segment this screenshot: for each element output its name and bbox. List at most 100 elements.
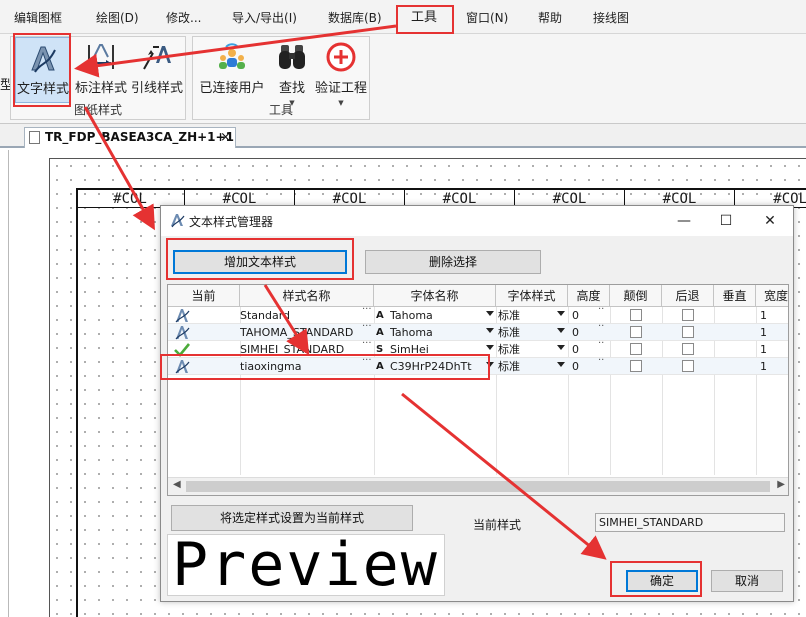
ellipsis-icon[interactable]: ··: [598, 355, 604, 366]
width-cell[interactable]: 1: [760, 341, 788, 358]
height-cell[interactable]: 0: [572, 324, 588, 341]
text-style-icon: [175, 326, 190, 340]
binoculars-icon: [279, 45, 305, 69]
column-header-backwards[interactable]: 后退: [662, 285, 714, 307]
backwards-checkbox[interactable]: [682, 309, 694, 321]
plus-circle-icon: [326, 42, 356, 72]
leader-style-button[interactable]: 引线样式: [129, 37, 185, 103]
chevron-down-icon[interactable]: [557, 362, 565, 367]
chevron-left-icon[interactable]: ◀: [173, 479, 181, 490]
find-label: 查找: [278, 81, 305, 96]
column-header-width[interactable]: 宽度: [756, 285, 788, 307]
column-header-style-name[interactable]: 样式名称: [240, 285, 374, 307]
font-type-icon: A: [376, 327, 384, 338]
highlight-tiaoxingma-row: [160, 354, 490, 380]
horizontal-scrollbar[interactable]: ◀ ▶: [168, 477, 788, 495]
ellipsis-icon[interactable]: ···: [362, 321, 372, 332]
minimize-icon[interactable]: —: [669, 210, 699, 232]
current-style-label: 当前样式: [473, 518, 522, 532]
height-cell[interactable]: 0: [572, 341, 588, 358]
width-cell[interactable]: 1: [760, 307, 788, 324]
height-cell[interactable]: 0: [572, 307, 588, 324]
chevron-right-icon[interactable]: ▶: [777, 479, 785, 490]
highlight-ok-button: [610, 561, 702, 597]
ribbon-group-tools: 已连接用户 查找 ▼ 验证工程 ▼ 工具: [192, 36, 370, 120]
grid-header: 当前 样式名称 字体名称 字体样式 高度 颠倒 后退 垂直 宽度: [168, 285, 788, 307]
font-style-cell[interactable]: 标准: [498, 307, 548, 324]
menu-help[interactable]: 帮助: [538, 8, 562, 28]
backwards-checkbox[interactable]: [682, 343, 694, 355]
upside-down-checkbox[interactable]: [630, 360, 642, 372]
file-icon: [29, 131, 40, 144]
document-tab-title: TR_FDP_BASEA3CA_ZH+1+1: [45, 130, 234, 144]
document-tab[interactable]: TR_FDP_BASEA3CA_ZH+1+1 ×: [24, 127, 236, 148]
validate-project-label: 验证工程: [314, 81, 367, 96]
maximize-icon[interactable]: ☐: [711, 210, 741, 232]
upside-down-checkbox[interactable]: [630, 309, 642, 321]
ellipsis-icon[interactable]: ···: [362, 338, 372, 349]
ellipsis-icon[interactable]: ···: [362, 304, 372, 315]
set-current-style-button[interactable]: 将选定样式设置为当前样式: [171, 505, 413, 531]
highlight-tools-menu: [396, 5, 454, 34]
menu-edit-frame[interactable]: 编辑图框: [14, 8, 62, 28]
font-style-cell[interactable]: 标准: [498, 341, 548, 358]
upside-down-checkbox[interactable]: [630, 326, 642, 338]
chevron-down-icon[interactable]: [557, 328, 565, 333]
ellipsis-icon[interactable]: ··: [598, 321, 604, 332]
close-icon[interactable]: ✕: [755, 210, 785, 232]
chevron-down-icon[interactable]: [486, 345, 494, 350]
validate-project-button[interactable]: 验证工程 ▼: [313, 37, 369, 107]
backwards-checkbox[interactable]: [682, 326, 694, 338]
menu-import-export[interactable]: 导入/导出(I): [232, 8, 297, 28]
menu-wiring-diagram[interactable]: 接线图: [593, 8, 629, 28]
menu-database[interactable]: 数据库(B): [328, 8, 382, 28]
text-style-icon: [171, 214, 185, 228]
chevron-down-icon[interactable]: [486, 328, 494, 333]
column-header-vertical[interactable]: 垂直: [714, 285, 756, 307]
find-button[interactable]: 查找 ▼: [269, 37, 315, 107]
dimension-style-icon: [88, 44, 114, 69]
table-row[interactable]: TAHOMA_STANDARD ··· A Tahoma 标准 0 ·· 1: [168, 321, 788, 341]
column-header-font-style[interactable]: 字体样式: [496, 285, 568, 307]
text-style-grid: 当前 样式名称 字体名称 字体样式 高度 颠倒 后退 垂直 宽度 Standar…: [167, 284, 789, 496]
column-header-font-name[interactable]: 字体名称: [374, 285, 496, 307]
table-row[interactable]: Standard ··· A Tahoma 标准 0 ·· 1: [168, 304, 788, 324]
style-name-cell[interactable]: TAHOMA_STANDARD: [240, 324, 360, 341]
width-cell[interactable]: 1: [760, 358, 788, 375]
connected-users-button[interactable]: 已连接用户: [197, 37, 267, 103]
width-cell[interactable]: 1: [760, 324, 788, 341]
leader-style-icon: [143, 46, 171, 70]
ellipsis-icon[interactable]: ··: [598, 304, 604, 315]
scrollbar-thumb[interactable]: [186, 481, 770, 492]
font-name-cell[interactable]: Tahoma: [390, 307, 484, 324]
text-style-icon: [175, 309, 190, 323]
font-type-icon: A: [376, 310, 384, 321]
dialog-title-bar[interactable]: 文本样式管理器 — ☐ ✕: [161, 206, 793, 236]
upside-down-checkbox[interactable]: [630, 343, 642, 355]
chevron-down-icon[interactable]: [557, 345, 565, 350]
column-header-current[interactable]: 当前: [168, 285, 240, 307]
connected-users-label: 已连接用户: [199, 81, 265, 96]
document-tab-strip: TR_FDP_BASEA3CA_ZH+1+1 ×: [0, 124, 806, 148]
font-name-cell[interactable]: Tahoma: [390, 324, 484, 341]
height-cell[interactable]: 0: [572, 358, 588, 375]
ribbon: 型 文字样式 标注样式 引线样式 图纸样式 已连接用户 查找 ▼ 验证工程 ▼ …: [0, 34, 806, 124]
menu-draw[interactable]: 绘图(D): [96, 8, 139, 28]
style-preview: Preview: [167, 534, 445, 596]
ellipsis-icon[interactable]: ··: [598, 338, 604, 349]
chevron-down-icon[interactable]: [486, 311, 494, 316]
menu-modify[interactable]: 修改...: [166, 8, 201, 28]
current-style-field: SIMHEI_STANDARD: [595, 513, 785, 532]
menu-window[interactable]: 窗口(N): [466, 8, 508, 28]
chevron-down-icon[interactable]: [557, 311, 565, 316]
leader-style-label: 引线样式: [130, 81, 183, 96]
font-style-cell[interactable]: 标准: [498, 358, 548, 375]
font-style-cell[interactable]: 标准: [498, 324, 548, 341]
column-header-upside-down[interactable]: 颠倒: [610, 285, 662, 307]
backwards-checkbox[interactable]: [682, 360, 694, 372]
close-icon[interactable]: ×: [220, 128, 231, 147]
dimension-style-button[interactable]: 标注样式: [73, 37, 129, 103]
cancel-button[interactable]: 取消: [711, 570, 783, 592]
style-name-cell[interactable]: Standard: [240, 307, 360, 324]
delete-selection-button[interactable]: 删除选择: [365, 250, 541, 274]
